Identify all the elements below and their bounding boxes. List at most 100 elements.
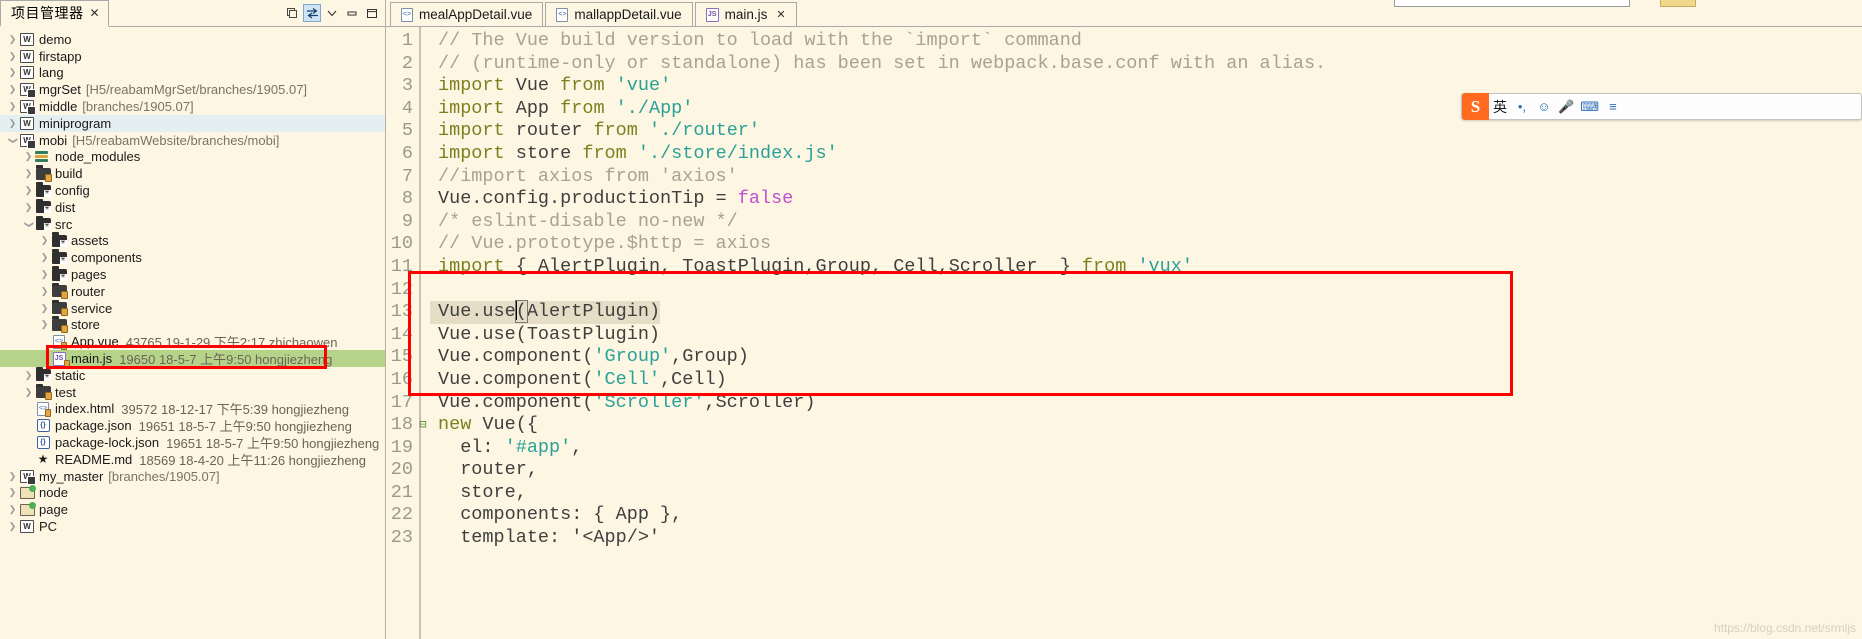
chevron-right-icon[interactable]: ❯ xyxy=(22,370,35,381)
tree-item-page[interactable]: ❯ page xyxy=(0,501,385,518)
tree-item-mgrset[interactable]: ❯ WmgrSet [H5/reabamMgrSet/branches/1905.0… xyxy=(0,81,385,98)
chevron-right-icon[interactable]: ❯ xyxy=(38,319,51,330)
project-versioned-icon: W xyxy=(19,82,35,97)
tree-item-pages[interactable]: ❯ ✳ pages xyxy=(0,266,385,283)
chevron-right-icon[interactable]: ❯ xyxy=(38,286,51,297)
code-line[interactable]: 12 xyxy=(386,279,1862,302)
language-mode-icon[interactable]: 英 xyxy=(1489,93,1511,120)
code-line[interactable]: 11 import { AlertPlugin, ToastPlugin,Grou… xyxy=(386,256,1862,279)
chevron-down-icon[interactable]: ❯ xyxy=(6,135,19,146)
chevron-right-icon[interactable]: ❯ xyxy=(6,101,19,112)
code-line[interactable]: 17 Vue.component('Scroller',Scroller) xyxy=(386,392,1862,415)
tree-item-app-vue[interactable]: <> App.vue 43765 19-1-29 下午2:17 zhichaowen xyxy=(0,333,385,350)
voice-input-icon[interactable]: 🎤 xyxy=(1555,93,1577,120)
chevron-right-icon[interactable]: ❯ xyxy=(6,118,19,129)
collapse-all-icon[interactable] xyxy=(283,4,301,22)
tree-item-mobi[interactable]: ❯ Wmobi [H5/reabamWebsite/branches/mobi] xyxy=(0,132,385,149)
chevron-right-icon[interactable]: ❯ xyxy=(22,151,35,162)
tree-item-dist[interactable]: ❯ ✳ dist xyxy=(0,198,385,216)
code-line[interactable]: 2 // (runtime-only or standalone) has bee… xyxy=(386,53,1862,76)
link-with-editor-icon[interactable] xyxy=(303,4,321,22)
tree-item-readme-md[interactable]: ★ README.md 18569 18-4-20 上午11:26 hongjiez… xyxy=(0,451,385,468)
tree-item-build[interactable]: ❯ build xyxy=(0,165,385,182)
code-line[interactable]: 10 // Vue.prototype.$http = axios xyxy=(386,233,1862,256)
fold-marker[interactable]: ⊟ xyxy=(416,414,430,437)
tree-item-main-js[interactable]: JS main.js 19650 18-5-7 上午9:50 hongjiezhen… xyxy=(0,350,385,369)
chevron-right-icon[interactable]: ❯ xyxy=(6,487,19,498)
tree-item-service[interactable]: ❯ service xyxy=(0,299,385,317)
tree-item-components[interactable]: ❯ ✳ components xyxy=(0,249,385,266)
chevron-right-icon[interactable]: ❯ xyxy=(22,202,35,213)
chevron-right-icon[interactable]: ❯ xyxy=(38,252,51,263)
code-line[interactable]: 20 router, xyxy=(386,459,1862,482)
punctuation-toggle-icon[interactable]: •, xyxy=(1511,93,1533,120)
code-line[interactable]: 13 Vue.use(AlertPlugin) xyxy=(386,300,1862,324)
code-line[interactable]: 9 /* eslint-disable no-new */ xyxy=(386,211,1862,234)
editor-tab-mallappdetail-vue[interactable]: <> mallappDetail.vue xyxy=(545,2,693,26)
tree-item-package-json[interactable]: {} package.json 19651 18-5-7 上午9:50 hongji… xyxy=(0,417,385,434)
code-line[interactable]: 18 ⊟ new Vue({ xyxy=(386,414,1862,437)
chevron-right-icon[interactable]: ❯ xyxy=(6,51,19,62)
chevron-right-icon[interactable]: ❯ xyxy=(6,67,19,78)
code-line[interactable]: 7 //import axios from 'axios' xyxy=(386,166,1862,189)
tree-item-router[interactable]: ❯ router xyxy=(0,282,385,300)
editor-tab-mealappdetail-vue[interactable]: <> mealAppDetail.vue xyxy=(390,2,544,26)
tab-project-explorer[interactable]: 项目管理器 ✕ xyxy=(0,0,109,27)
chevron-down-icon[interactable]: ❯ xyxy=(22,219,35,230)
project-tree[interactable]: ❯ Wdemo ❯ Wfirstapp ❯ Wlang ❯ WmgrSet [H5/reabam… xyxy=(0,28,385,639)
code-line[interactable]: 15 Vue.component('Group',Group) xyxy=(386,346,1862,369)
tree-item-store[interactable]: ❯ store xyxy=(0,316,385,334)
chevron-right-icon[interactable]: ❯ xyxy=(6,504,19,515)
chevron-right-icon[interactable]: ❯ xyxy=(38,235,51,246)
tree-item-pc[interactable]: ❯ W PC xyxy=(0,518,385,535)
editor-tab-main-js[interactable]: JS main.js ✕ xyxy=(694,2,797,26)
code-line[interactable]: 6 import store from './store/index.js' xyxy=(386,143,1862,166)
tree-item-miniprogram[interactable]: ❯ Wminiprogram xyxy=(0,114,385,132)
tree-item-index-html[interactable]: <> index.html 39572 18-12-17 下午5:39 hongji… xyxy=(0,401,385,417)
code-line[interactable]: 14 Vue.use(ToastPlugin) xyxy=(386,324,1862,347)
chevron-right-icon[interactable]: ❯ xyxy=(22,168,35,179)
code-line[interactable]: 21 store, xyxy=(386,482,1862,505)
code-line[interactable]: 1 // The Vue build version to load with t… xyxy=(386,30,1862,53)
code-line[interactable]: 23 template: '<App/>' xyxy=(386,527,1862,550)
tree-item-lang[interactable]: ❯ Wlang xyxy=(0,65,385,82)
project-versioned-icon: W xyxy=(19,133,35,148)
minimize-icon[interactable] xyxy=(343,4,361,22)
code-line[interactable]: 5 import router from './router' xyxy=(386,120,1862,143)
chevron-right-icon[interactable]: ❯ xyxy=(38,269,51,280)
close-icon[interactable]: ✕ xyxy=(776,8,785,21)
tree-item-static[interactable]: ❯ ✳ static xyxy=(0,366,385,384)
ime-menu-icon[interactable]: ≡ xyxy=(1602,93,1624,120)
sogou-logo-icon[interactable]: S xyxy=(1462,93,1489,120)
tree-item-assets[interactable]: ❯ ✳ assets xyxy=(0,232,385,250)
chevron-right-icon[interactable]: ❯ xyxy=(6,521,19,532)
chevron-right-icon[interactable]: ❯ xyxy=(22,185,35,196)
stray-search-field[interactable] xyxy=(1394,0,1630,7)
tree-item-src[interactable]: ❯ ✳ src xyxy=(0,215,385,233)
code-line[interactable]: 16 Vue.component('Cell',Cell) xyxy=(386,369,1862,392)
tree-item-config[interactable]: ❯ ✳ config xyxy=(0,182,385,199)
code-line[interactable]: 8 Vue.config.productionTip = false xyxy=(386,188,1862,211)
tree-item-test[interactable]: ❯ test xyxy=(0,383,385,401)
tree-item-firstapp[interactable]: ❯ Wfirstapp xyxy=(0,48,385,65)
maximize-icon[interactable] xyxy=(363,4,381,22)
tree-item-node-modules[interactable]: ❯ node_modules xyxy=(0,149,385,166)
view-menu-icon[interactable] xyxy=(323,4,341,22)
chevron-right-icon[interactable]: ❯ xyxy=(6,84,19,95)
tree-item-middle[interactable]: ❯ Wmiddle [branches/1905.07] xyxy=(0,98,385,115)
close-icon[interactable]: ✕ xyxy=(90,6,100,20)
chevron-right-icon[interactable]: ❯ xyxy=(6,34,19,45)
soft-keyboard-icon[interactable]: ⌨ xyxy=(1577,93,1602,120)
code-line[interactable]: 19 el: '#app', xyxy=(386,437,1862,460)
emoji-icon[interactable]: ☺ xyxy=(1533,93,1555,120)
tree-item-my-master[interactable]: ❯ Wmy_master [branches/1905.07] xyxy=(0,468,385,485)
chevron-right-icon[interactable]: ❯ xyxy=(22,387,35,398)
tree-item-package-lock-json[interactable]: {} package-lock.json 19651 18-5-7 上午9:50 h… xyxy=(0,434,385,451)
code-line[interactable]: 22 components: { App }, xyxy=(386,504,1862,527)
sogou-ime-toolbar[interactable]: S 英 •, ☺ 🎤 ⌨ ≡ xyxy=(1461,93,1862,120)
chevron-right-icon[interactable]: ❯ xyxy=(6,471,19,482)
tree-item-demo[interactable]: ❯ Wdemo xyxy=(0,31,385,48)
chevron-right-icon[interactable]: ❯ xyxy=(38,303,51,314)
tree-item-node[interactable]: ❯ node xyxy=(0,484,385,502)
stray-toolbar-button[interactable] xyxy=(1660,0,1696,7)
